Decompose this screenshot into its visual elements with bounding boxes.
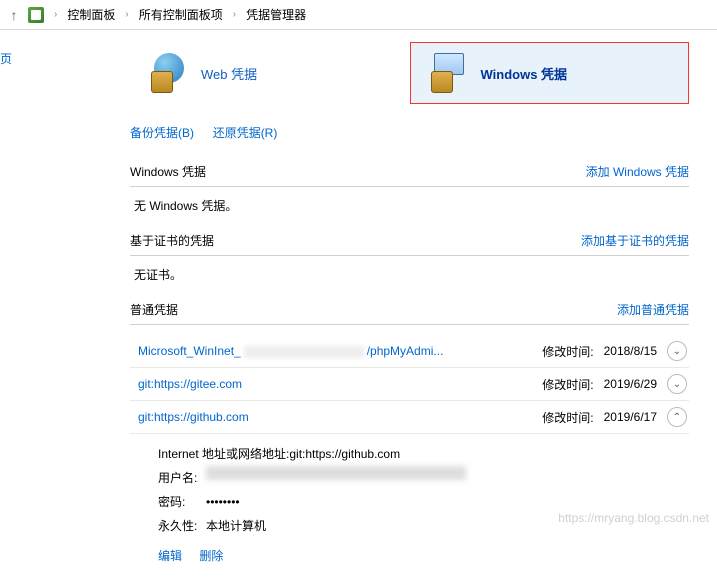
modified-label: 修改时间: [542,409,593,426]
up-icon[interactable]: ↑ [4,5,24,25]
modified-label: 修改时间: [542,343,593,360]
credential-tabs: Web 凭据 Windows 凭据 [130,42,689,104]
section-title: Windows 凭据 [130,163,206,180]
add-generic-credential-link[interactable]: 添加普通凭据 [617,301,689,318]
section-empty-text: 无证书。 [134,266,689,283]
add-cert-credential-link[interactable]: 添加基于证书的凭据 [581,232,689,249]
web-credentials-icon [149,53,189,93]
section-title: 普通凭据 [130,301,178,318]
chevron-right-icon[interactable]: › [227,9,242,20]
detail-password-label: 密码: [158,490,206,514]
backup-credentials-link[interactable]: 备份凭据(B) [130,126,194,140]
tab-label: Windows 凭据 [481,64,568,83]
chevron-down-icon[interactable]: ⌄ [667,374,687,394]
modified-label: 修改时间: [542,376,593,393]
modified-date: 2019/6/29 [604,377,657,391]
main-content: Web 凭据 Windows 凭据 备份凭据(B) 还原凭据(R) Window… [0,30,717,586]
section-empty-text: 无 Windows 凭据。 [134,197,689,214]
tab-label: Web 凭据 [201,64,257,83]
restore-credentials-link[interactable]: 还原凭据(R) [213,126,278,140]
chevron-right-icon[interactable]: › [119,9,134,20]
section-title: 基于证书的凭据 [130,232,214,249]
chevron-up-icon[interactable]: ⌃ [667,407,687,427]
modified-date: 2018/8/15 [604,344,657,358]
detail-username-label: 用户名: [158,466,206,490]
windows-credentials-icon [429,53,469,93]
chevron-right-icon[interactable]: › [48,9,63,20]
section-generic-header: 普通凭据 添加普通凭据 [130,301,689,325]
sidebar-home-link[interactable]: 页 [0,50,16,67]
tab-windows-credentials[interactable]: Windows 凭据 [410,42,690,104]
breadcrumb-root[interactable]: 控制面板 [67,6,115,23]
address-bar: ↑ › 控制面板 › 所有控制面板项 › 凭据管理器 [0,0,717,30]
chevron-down-icon[interactable]: ⌄ [667,341,687,361]
tab-web-credentials[interactable]: Web 凭据 [130,42,410,104]
section-cert-header: 基于证书的凭据 添加基于证书的凭据 [130,232,689,256]
detail-persistence-value: 本地计算机 [206,514,266,538]
detail-address-value: git:https://github.com [289,442,400,466]
detail-persistence-label: 永久性: [158,514,206,538]
modified-date: 2019/6/17 [604,410,657,424]
credential-name: git:https://gitee.com [138,377,242,391]
control-panel-icon[interactable] [28,7,44,23]
credential-row[interactable]: git:https://gitee.com 修改时间: 2019/6/29 ⌄ [130,368,689,401]
breadcrumb-level2[interactable]: 凭据管理器 [246,6,306,23]
redacted-text [244,346,364,358]
delete-credential-link[interactable]: 删除 [199,549,223,563]
redacted-text [206,466,466,480]
breadcrumb-level1[interactable]: 所有控制面板项 [139,6,223,23]
credential-row[interactable]: git:https://github.com 修改时间: 2019/6/17 ⌃ [130,401,689,434]
detail-address-label: Internet 地址或网络地址: [158,442,289,466]
edit-credential-link[interactable]: 编辑 [158,549,182,563]
backup-restore-links: 备份凭据(B) 还原凭据(R) [130,124,689,141]
section-windows-header: Windows 凭据 添加 Windows 凭据 [130,163,689,187]
credential-row[interactable]: Microsoft_WinInet_/phpMyAdmi... 修改时间: 20… [130,335,689,368]
credential-name: git:https://github.com [138,410,249,424]
credential-detail: Internet 地址或网络地址: git:https://github.com… [130,434,689,576]
detail-password-value: •••••••• [206,490,240,514]
credential-name: Microsoft_WinInet_/phpMyAdmi... [138,344,443,358]
add-windows-credential-link[interactable]: 添加 Windows 凭据 [586,163,689,180]
